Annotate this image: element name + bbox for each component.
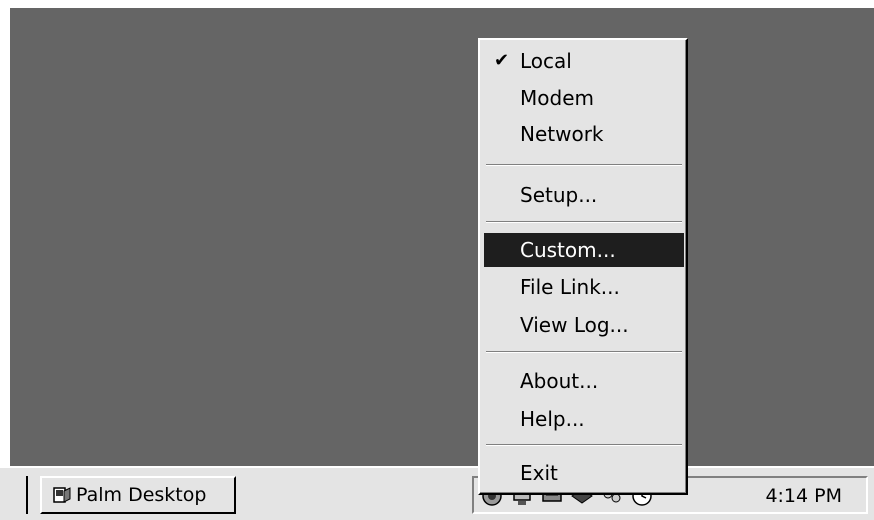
hotsync-context-menu: ✔ Local Modem Network Setup... Custom...… bbox=[478, 38, 688, 495]
menu-item-local[interactable]: ✔ Local bbox=[484, 44, 684, 78]
menu-item-label: Modem bbox=[520, 86, 594, 110]
taskbar: Palm Desktop 4:14 PM bbox=[0, 466, 874, 520]
menu-item-label: View Log... bbox=[520, 313, 629, 337]
menu-item-label: Help... bbox=[520, 407, 585, 431]
checkmark-icon: ✔ bbox=[494, 50, 510, 71]
task-button-label: Palm Desktop bbox=[76, 484, 207, 506]
desktop-background[interactable] bbox=[10, 8, 874, 466]
menu-item-label: Local bbox=[520, 49, 572, 73]
menu-separator bbox=[486, 444, 682, 446]
screen: Palm Desktop 4:14 PM ✔ Local Modem Netwo… bbox=[0, 0, 874, 520]
menu-item-label: Network bbox=[520, 122, 604, 146]
menu-separator bbox=[486, 351, 682, 353]
menu-item-about[interactable]: About... bbox=[484, 364, 684, 398]
menu-item-file-link[interactable]: File Link... bbox=[484, 270, 684, 304]
menu-item-label: About... bbox=[520, 369, 599, 393]
taskbar-clock[interactable]: 4:14 PM bbox=[765, 485, 842, 507]
palm-desktop-icon bbox=[52, 485, 72, 505]
menu-separator bbox=[486, 164, 682, 166]
menu-item-setup[interactable]: Setup... bbox=[484, 178, 684, 212]
menu-item-label: Exit bbox=[520, 461, 558, 485]
menu-separator bbox=[486, 221, 682, 223]
menu-item-view-log[interactable]: View Log... bbox=[484, 308, 684, 342]
menu-item-label: Setup... bbox=[520, 183, 598, 207]
menu-item-custom[interactable]: Custom... bbox=[484, 233, 684, 267]
menu-item-network[interactable]: Network bbox=[484, 117, 684, 151]
menu-item-label: Custom... bbox=[520, 238, 616, 262]
menu-item-help[interactable]: Help... bbox=[484, 402, 684, 436]
taskbar-edge bbox=[10, 476, 28, 514]
menu-item-modem[interactable]: Modem bbox=[484, 81, 684, 115]
palm-desktop-task-button[interactable]: Palm Desktop bbox=[40, 476, 236, 514]
menu-item-exit[interactable]: Exit bbox=[484, 456, 684, 490]
menu-item-label: File Link... bbox=[520, 275, 620, 299]
